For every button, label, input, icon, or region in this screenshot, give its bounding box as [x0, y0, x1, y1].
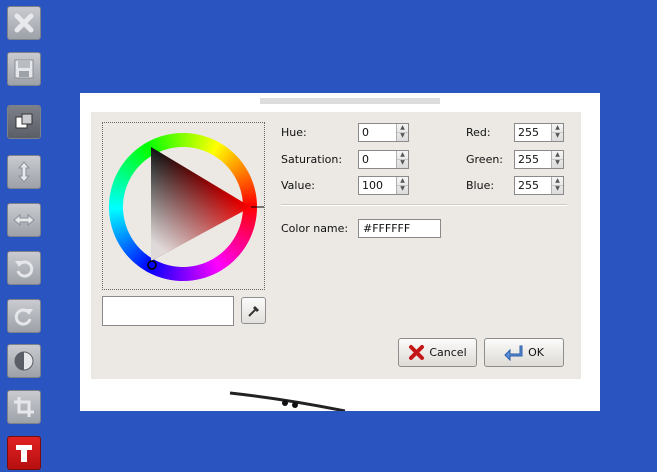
- crop-icon: [14, 397, 34, 417]
- value-label: Value:: [281, 179, 315, 192]
- blue-label: Blue:: [466, 179, 495, 192]
- down-arrow-icon[interactable]: ▼: [397, 159, 408, 167]
- rotate-right-button[interactable]: [7, 299, 41, 333]
- flip-vertical-icon: [17, 161, 31, 183]
- red-value: 255: [518, 126, 539, 139]
- eyedropper-icon: [247, 305, 259, 317]
- color-name-input[interactable]: #FFFFFF: [358, 219, 441, 238]
- flip-horizontal-icon: [13, 213, 35, 227]
- saturation-value: 0: [362, 153, 369, 166]
- ok-button-label: OK: [528, 346, 544, 359]
- current-color-swatch: [102, 296, 234, 326]
- ok-button[interactable]: OK: [484, 338, 564, 367]
- hue-spinner[interactable]: 0 ▲ ▼: [358, 123, 409, 142]
- enter-icon: [504, 345, 523, 361]
- hue-value: 0: [362, 126, 369, 139]
- eyedropper-button[interactable]: [241, 297, 266, 324]
- down-arrow-icon[interactable]: ▼: [552, 132, 563, 140]
- red-spinner[interactable]: 255 ▲ ▼: [514, 123, 564, 142]
- color-name-value: #FFFFFF: [363, 222, 411, 235]
- cancel-button-label: Cancel: [429, 346, 467, 359]
- copy-button[interactable]: [7, 105, 41, 139]
- color-name-label: Color name:: [281, 222, 349, 235]
- contrast-button[interactable]: [7, 344, 41, 378]
- red-label: Red:: [466, 126, 491, 139]
- save-icon: [14, 59, 34, 79]
- tool-sidebar: [0, 0, 50, 472]
- blue-spinner[interactable]: 255 ▲ ▼: [514, 176, 564, 195]
- value-value: 100: [362, 179, 383, 192]
- color-selection-dialog: Hue: Saturation: Value: 0 ▲ ▼ 0 ▲ ▼ 100 ▲ ▼…: [91, 112, 581, 379]
- text-tool-button[interactable]: [7, 436, 41, 470]
- text-icon: [16, 445, 32, 462]
- down-arrow-icon[interactable]: ▼: [552, 185, 563, 193]
- flip-vertical-button[interactable]: [7, 155, 41, 189]
- close-button[interactable]: [7, 6, 41, 40]
- cancel-icon: [409, 345, 425, 360]
- rotate-left-button[interactable]: [7, 251, 41, 285]
- blue-value: 255: [518, 179, 539, 192]
- saturation-spinner[interactable]: 0 ▲ ▼: [358, 150, 409, 169]
- contrast-icon: [14, 351, 34, 371]
- cancel-button[interactable]: Cancel: [398, 338, 477, 367]
- down-arrow-icon[interactable]: ▼: [397, 185, 408, 193]
- hue-label: Hue:: [281, 126, 307, 139]
- color-wheel[interactable]: [102, 122, 265, 290]
- rotate-left-icon: [15, 260, 34, 278]
- close-icon: [14, 13, 34, 33]
- rotate-right-icon: [14, 308, 33, 326]
- flip-horizontal-button[interactable]: [7, 203, 41, 237]
- down-arrow-icon[interactable]: ▼: [552, 159, 563, 167]
- value-spinner[interactable]: 100 ▲ ▼: [358, 176, 409, 195]
- green-label: Green:: [466, 153, 504, 166]
- separator: [281, 204, 567, 206]
- green-value: 255: [518, 153, 539, 166]
- save-button[interactable]: [7, 52, 41, 86]
- down-arrow-icon[interactable]: ▼: [397, 132, 408, 140]
- green-spinner[interactable]: 255 ▲ ▼: [514, 150, 564, 169]
- crop-button[interactable]: [7, 390, 41, 424]
- copy-icon: [15, 113, 33, 129]
- saturation-label: Saturation:: [281, 153, 343, 166]
